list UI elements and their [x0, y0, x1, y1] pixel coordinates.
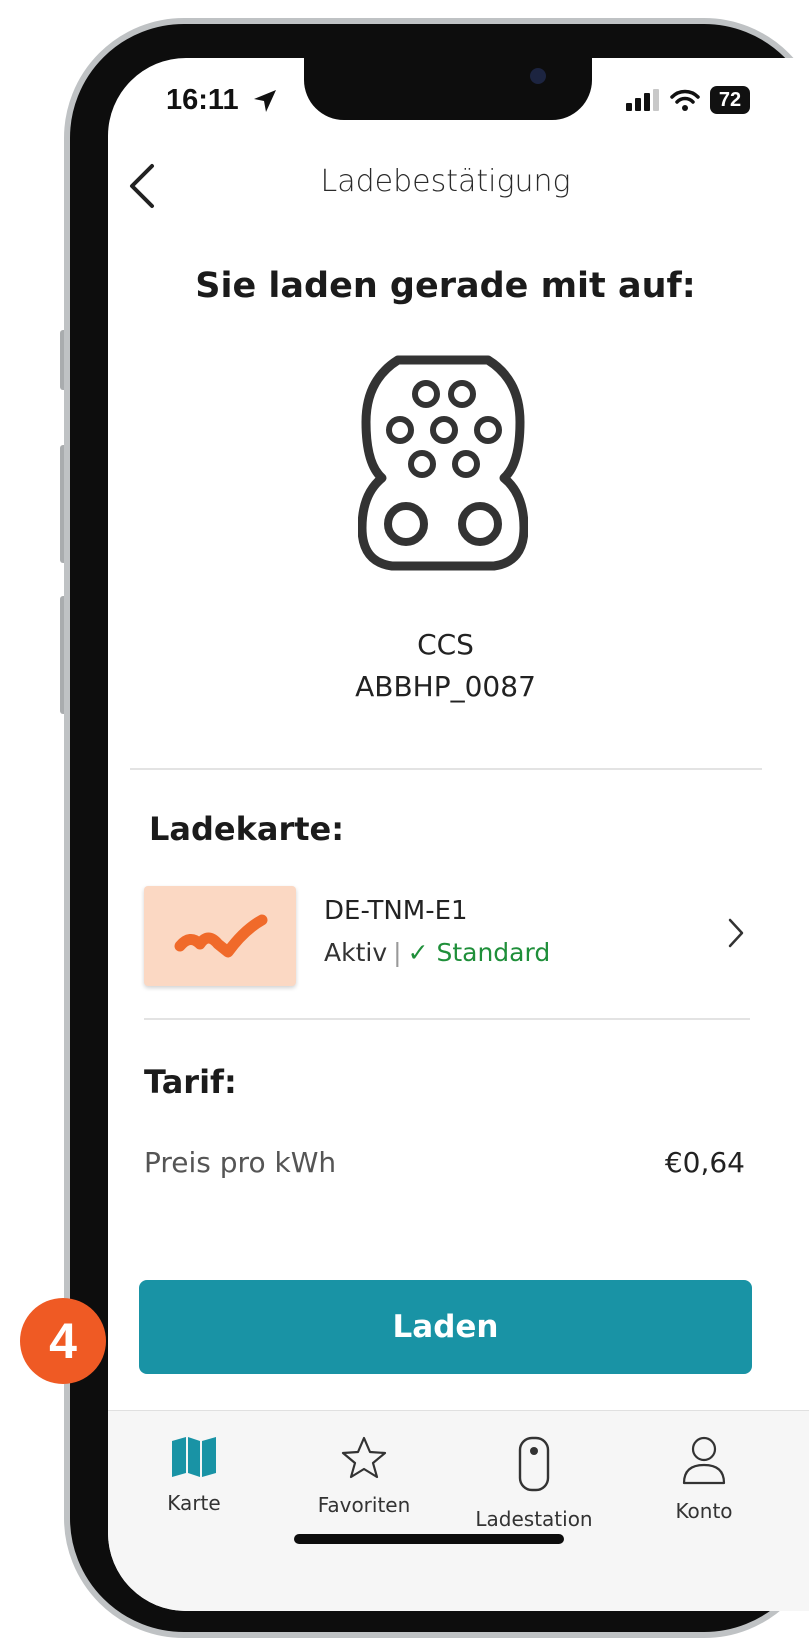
page-title: Ladebestätigung [320, 164, 571, 199]
price-value: €0,64 [664, 1146, 745, 1179]
tab-label: Konto [675, 1499, 733, 1523]
tab-karte[interactable]: Karte [124, 1435, 264, 1515]
star-icon [341, 1436, 387, 1479]
step-number-badge: 4 [20, 1298, 106, 1384]
map-icon [172, 1437, 216, 1477]
charging-intro: Sie laden gerade mit auf: [195, 266, 696, 306]
card-logo [144, 886, 296, 986]
app-screen: 16:11 72 Ladebestätigung Sie laden gerad… [108, 58, 809, 1611]
ccs-connector-icon [358, 355, 528, 571]
wifi-icon [670, 89, 700, 111]
location-arrow-icon [254, 90, 276, 112]
status-time: 16:11 [166, 84, 239, 116]
battery-indicator: 72 [710, 86, 750, 114]
tab-konto[interactable]: Konto [634, 1435, 774, 1523]
section-heading-tarif: Tarif: [144, 1063, 237, 1101]
price-label: Preis pro kWh [144, 1146, 337, 1179]
default-badge: Standard [436, 938, 551, 967]
charger-icon [518, 1436, 550, 1492]
status-separator: | [393, 938, 402, 967]
person-icon [682, 1436, 726, 1485]
status-icons: 72 [626, 86, 750, 114]
camera [530, 68, 546, 84]
station-id: ABBHP_0087 [355, 670, 536, 703]
charging-card-row[interactable]: DE-TNM-E1 Aktiv | ✓ Standard [144, 886, 754, 986]
tab-label: Favoriten [317, 1493, 411, 1517]
brand-swoosh-icon [174, 914, 268, 958]
notch [304, 58, 592, 120]
tab-bar: Karte Favoriten Ladestation Konto [108, 1410, 809, 1611]
card-status-line: Aktiv | ✓ Standard [324, 938, 550, 967]
home-indicator[interactable] [294, 1534, 564, 1544]
card-id: DE-TNM-E1 [324, 896, 468, 926]
divider [144, 1018, 750, 1020]
tab-favoriten[interactable]: Favoriten [294, 1435, 434, 1517]
check-icon: ✓ [407, 938, 429, 967]
plug-type: CCS [417, 628, 474, 661]
divider [130, 768, 762, 770]
start-charging-button[interactable]: Laden [139, 1280, 752, 1374]
cellular-signal-icon [626, 89, 659, 111]
chevron-right-icon [728, 918, 744, 948]
card-status: Aktiv [324, 938, 388, 967]
section-heading-card: Ladekarte: [149, 810, 345, 848]
tab-label: Karte [167, 1491, 221, 1515]
tab-label: Ladestation [475, 1507, 593, 1531]
tab-ladestation[interactable]: Ladestation [464, 1435, 604, 1531]
